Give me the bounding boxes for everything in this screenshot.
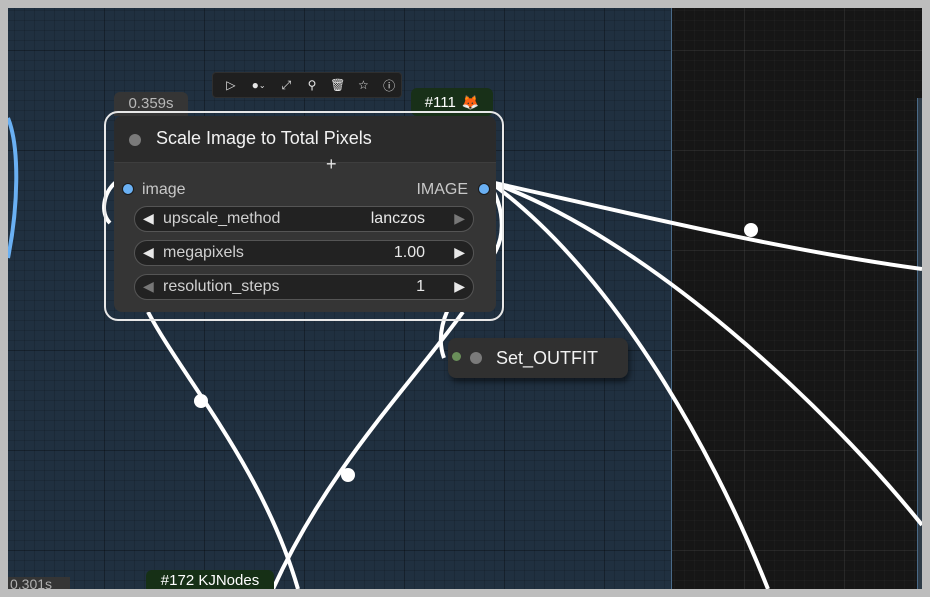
- collapse-dot-icon[interactable]: [470, 352, 482, 364]
- widget-value: 1.00: [393, 244, 425, 261]
- increment-icon[interactable]: ▶: [454, 244, 465, 261]
- widget-name: resolution_steps: [163, 278, 280, 295]
- input-slot-image[interactable]: [122, 183, 134, 195]
- output-label: IMAGE: [416, 181, 468, 198]
- decrement-icon[interactable]: ◀: [143, 210, 154, 227]
- set-outfit-node[interactable]: Set_OUTFIT: [448, 338, 628, 378]
- pin-icon[interactable]: ⚲: [300, 73, 324, 97]
- link-down-kjnodes: [271, 310, 465, 589]
- star-icon[interactable]: ☆: [352, 73, 376, 97]
- play-icon[interactable]: ▷: [219, 73, 243, 97]
- graph-canvas[interactable]: ▷ ● ⌄ ⤢ ⚲ 🗑 ☆ ⓘ 0.359s #111 🦊 Scale Image…: [8, 8, 922, 589]
- node-toolbar: ▷ ● ⌄ ⤢ ⚲ 🗑 ☆ ⓘ: [212, 72, 402, 98]
- node-id-text: #111: [424, 93, 456, 111]
- link-reroute-dot: [341, 468, 355, 482]
- link-output-1: [489, 180, 922, 271]
- link-reroute-dot: [744, 223, 758, 237]
- execution-time-badge: 0.301s: [8, 577, 70, 589]
- increment-icon[interactable]: ▶: [454, 210, 465, 227]
- collapse-dot-icon[interactable]: [129, 134, 141, 146]
- widget-name: megapixels: [163, 244, 244, 261]
- decrement-icon[interactable]: ◀: [143, 244, 154, 261]
- widget-value: 1: [416, 278, 425, 295]
- node-title: Set_OUTFIT: [496, 348, 599, 368]
- widget-megapixels[interactable]: ◀ megapixels 1.00 ▶: [134, 240, 474, 266]
- node-id-badge: #172 KJNodes: [146, 570, 274, 589]
- increment-icon[interactable]: ▶: [454, 278, 465, 295]
- help-icon[interactable]: ⓘ: [377, 73, 401, 97]
- node-header[interactable]: Scale Image to Total Pixels: [114, 116, 496, 163]
- link-blue-left: [8, 117, 19, 259]
- plus-icon: +: [326, 154, 337, 174]
- widget-resolution-steps[interactable]: ◀ resolution_steps 1 ▶: [134, 274, 474, 300]
- link-down-left: [146, 311, 300, 589]
- widget-value: lanczos: [370, 210, 425, 227]
- input-slot[interactable]: [452, 352, 461, 361]
- pin-bypass-icon[interactable]: ⤢: [274, 73, 298, 97]
- input-label: image: [142, 181, 186, 198]
- widget-name: upscale_method: [163, 210, 281, 227]
- link-output-3: [488, 180, 770, 589]
- link-reroute-dot: [194, 394, 208, 408]
- output-slot-image[interactable]: [478, 183, 490, 195]
- node-title: Scale Image to Total Pixels: [156, 128, 372, 148]
- fox-icon: 🦊: [461, 93, 480, 110]
- decrement-icon[interactable]: ◀: [143, 278, 154, 295]
- widget-upscale-method[interactable]: ◀ upscale_method lanczos ▶: [134, 206, 474, 232]
- scale-image-node[interactable]: Scale Image to Total Pixels + image IMAG…: [114, 116, 496, 312]
- trash-icon[interactable]: 🗑: [326, 73, 350, 97]
- color-dot-icon[interactable]: ● ⌄: [245, 73, 273, 97]
